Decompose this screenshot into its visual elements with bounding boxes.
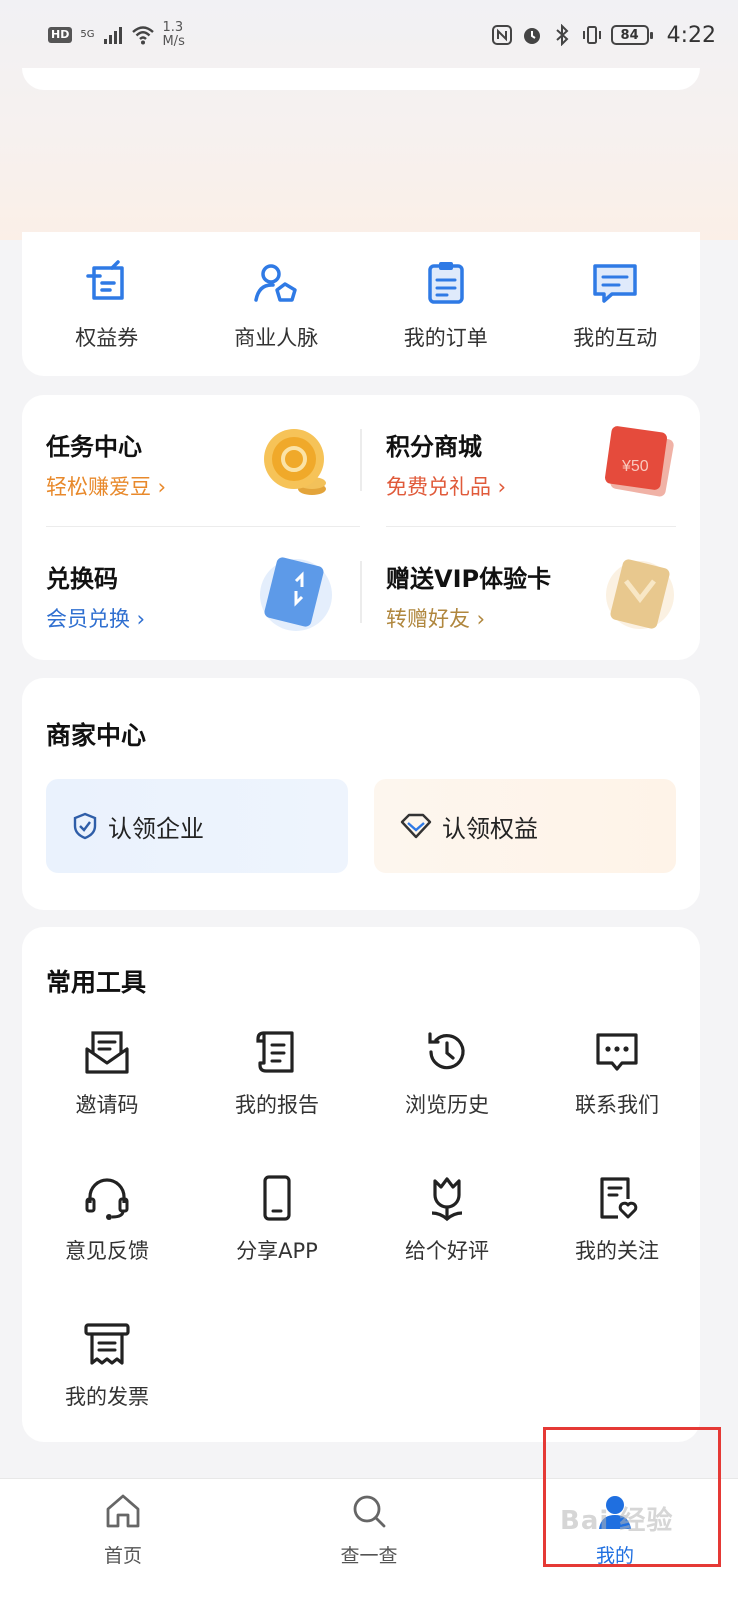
shield-check-icon (73, 812, 97, 840)
gift-vip-card[interactable]: 赠送VIP体验卡 转赠好友 › (386, 527, 686, 657)
gift-card-icon: ¥50 (605, 426, 674, 497)
search-icon (353, 1495, 386, 1528)
points-mall[interactable]: 积分商城 免费兑礼品 › ¥50 (386, 395, 686, 525)
task-subtitle: 免费兑礼品 › (386, 475, 507, 499)
task-title: 兑换码 (46, 565, 118, 593)
task-subtitle: 轻松赚爱豆 › (46, 475, 167, 499)
tool-my-report[interactable]: 我的报告 (192, 1027, 362, 1119)
nfc-icon (491, 25, 512, 45)
redeem-code[interactable]: 兑换码 会员兑换 › (46, 527, 346, 657)
wifi-icon (132, 26, 155, 45)
quick-action-business-contacts[interactable]: 商业人脉 (192, 232, 362, 376)
orders-icon (428, 262, 464, 304)
divider (360, 429, 362, 491)
task-center[interactable]: 任务中心 轻松赚爱豆 › (46, 395, 346, 525)
task-subtitle: 会员兑换 › (46, 607, 146, 631)
invoice-icon (84, 1323, 130, 1365)
task-title: 任务中心 (46, 433, 142, 461)
tool-my-follows[interactable]: 我的关注 (532, 1173, 702, 1265)
business-contacts-icon (254, 264, 297, 302)
feedback-icon (85, 1178, 129, 1220)
quick-action-orders[interactable]: 我的订单 (361, 232, 531, 376)
tool-label: 给个好评 (405, 1239, 489, 1263)
quick-action-coupon[interactable]: 权益券 (22, 232, 192, 376)
network-speed: 1.3 M/s (162, 20, 185, 49)
quick-action-label: 权益券 (75, 326, 139, 350)
tool-give-rating[interactable]: 给个好评 (362, 1173, 532, 1265)
tool-label: 我的发票 (65, 1385, 149, 1409)
task-title: 赠送VIP体验卡 (386, 565, 552, 593)
quick-action-label: 商业人脉 (234, 326, 319, 350)
battery-indicator: 84 (610, 25, 653, 45)
quick-action-interaction[interactable]: 我的互动 (531, 232, 701, 376)
watermark: Bai 经验 (560, 1506, 674, 1536)
share-app-icon (263, 1175, 291, 1221)
contact-icon (596, 1033, 638, 1071)
history-icon (428, 1032, 465, 1070)
task-title: 积分商城 (386, 433, 482, 461)
alarm-icon (523, 28, 540, 44)
tool-label: 邀请码 (75, 1093, 139, 1117)
claim-rights-label: 认领权益 (442, 814, 538, 843)
quick-action-label: 我的互动 (573, 326, 658, 350)
invite-code-icon (85, 1031, 129, 1074)
nav-search[interactable]: 查一查 (246, 1479, 492, 1600)
coupon-icon (86, 260, 124, 300)
tool-contact-us[interactable]: 联系我们 (532, 1027, 702, 1119)
claim-rights-button[interactable]: 认领权益 (374, 779, 676, 873)
coin-icon (264, 429, 326, 495)
tool-my-invoices[interactable]: 我的发票 (22, 1319, 192, 1411)
vibrate-icon (582, 26, 601, 44)
nav-label: 查一查 (340, 1545, 398, 1567)
tool-label: 我的关注 (575, 1239, 659, 1263)
status-bar: HD 5G 1.3 M/s 84 4:22 (0, 0, 738, 70)
tool-feedback[interactable]: 意见反馈 (22, 1173, 192, 1265)
annotation-highlight-box (543, 1427, 721, 1567)
tool-label: 意见反馈 (65, 1239, 149, 1263)
tool-label: 联系我们 (575, 1093, 659, 1117)
network-type: 5G (80, 29, 95, 40)
bluetooth-icon (555, 24, 569, 46)
divider (360, 561, 362, 623)
follow-icon (600, 1177, 638, 1219)
home-icon (106, 1494, 140, 1528)
claim-company-label: 认领企业 (108, 814, 204, 843)
task-subtitle: 转赠好友 › (386, 607, 486, 631)
exchange-card-icon (260, 557, 332, 631)
report-icon (256, 1031, 294, 1073)
tool-browse-history[interactable]: 浏览历史 (362, 1027, 532, 1119)
quick-action-label: 我的订单 (403, 326, 488, 350)
tool-invite-code[interactable]: 邀请码 (22, 1027, 192, 1119)
interaction-icon (593, 264, 637, 303)
rewards-card: 任务中心 轻松赚爱豆 › 积分商城 免费兑礼品 › ¥50 兑换码 会员兑换 › (22, 395, 700, 660)
clock: 4:22 (666, 22, 716, 48)
diamond-icon (400, 813, 432, 839)
signal-icon (104, 27, 123, 44)
profile-card-bottom (22, 68, 700, 90)
svg-text:¥50: ¥50 (621, 458, 649, 475)
section-title: 常用工具 (46, 968, 147, 997)
tool-label: 分享APP (236, 1239, 318, 1263)
common-tools-card: 常用工具 邀请码 我的报告 浏览历史 联系我们 意见反馈 分享APP 给个好评 … (22, 927, 700, 1442)
rate-icon (431, 1177, 463, 1222)
nav-home[interactable]: 首页 (0, 1479, 246, 1600)
hd-badge: HD (48, 27, 73, 43)
merchant-center-card: 商家中心 认领企业 认领权益 (22, 678, 700, 910)
section-title: 商家中心 (46, 721, 147, 750)
nav-label: 首页 (103, 1545, 142, 1567)
vip-card-icon (606, 559, 674, 629)
quick-actions-card: 权益券 商业人脉 我的订单 我的互动 (22, 232, 700, 376)
tool-label: 浏览历史 (405, 1093, 489, 1117)
claim-company-button[interactable]: 认领企业 (46, 779, 348, 873)
tool-share-app[interactable]: 分享APP (192, 1173, 362, 1265)
tool-label: 我的报告 (235, 1093, 319, 1117)
